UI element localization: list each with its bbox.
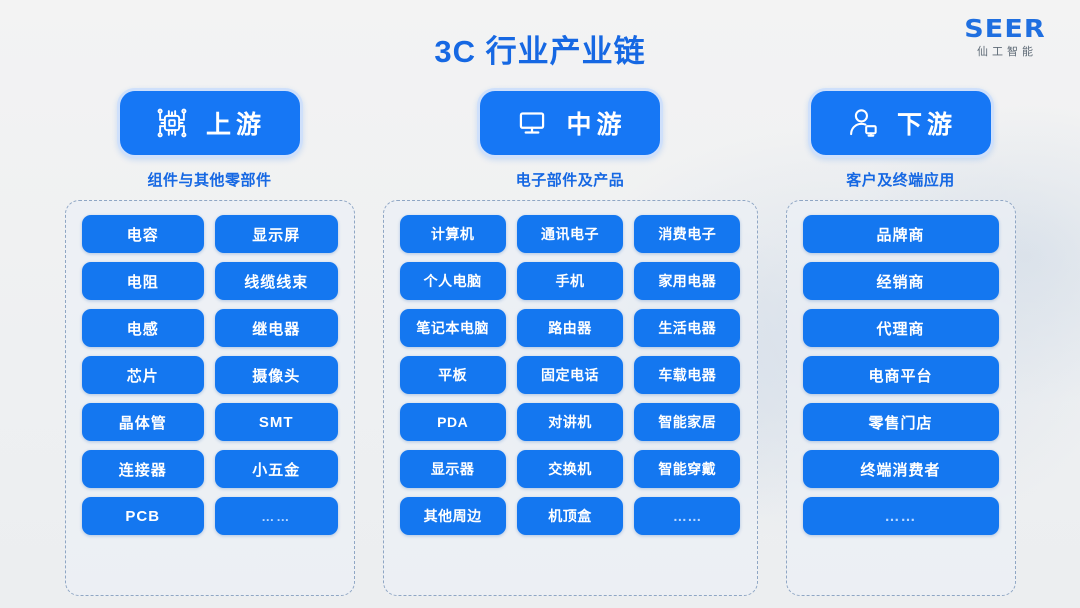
chip-item[interactable]: 电阻: [81, 262, 204, 300]
chip-item[interactable]: 经销商: [802, 262, 999, 300]
chip-item[interactable]: 车载电器: [634, 356, 741, 394]
chip-item[interactable]: 交换机: [516, 450, 624, 488]
chip-item[interactable]: 品牌商: [802, 215, 999, 253]
chip-row: 终端消费者: [802, 450, 999, 488]
chip-item[interactable]: 固定电话: [516, 356, 624, 394]
panel-midstream: 计算机 通讯电子 消费电子 个人电脑 手机 家用电器 笔记本电脑 路由器 生活电…: [382, 200, 758, 596]
chip-item-more[interactable]: ……: [215, 497, 338, 535]
header-pill-upstream[interactable]: 上游: [116, 88, 303, 158]
chip-row: 品牌商: [802, 215, 999, 253]
panel-upstream: 电容 显示屏 电阻 线缆线束 电感 继电器 芯片 摄像头 晶体管 SMT 连接器…: [64, 200, 355, 596]
chip-item[interactable]: SMT: [215, 403, 338, 441]
column-downstream: 下游 客户及终端应用 品牌商 经销商 代理商 电商平台 零售门店 终端消费者 ……: [785, 88, 1016, 596]
chip-row: 代理商: [802, 309, 999, 347]
chip-item[interactable]: 电容: [81, 215, 204, 253]
chip-row: 零售门店: [802, 403, 999, 441]
chip-row: 经销商: [802, 262, 999, 300]
chip-item[interactable]: 小五金: [215, 450, 338, 488]
header-subtitle-downstream: 客户及终端应用: [846, 172, 955, 189]
chip-item[interactable]: 笔记本电脑: [399, 309, 506, 347]
chip-item[interactable]: 摄像头: [215, 356, 338, 394]
chip-item[interactable]: 计算机: [399, 215, 506, 253]
header-subtitle-midstream: 电子部件及产品: [515, 172, 625, 189]
chip-item[interactable]: 手机: [516, 262, 624, 300]
panel-downstream: 品牌商 经销商 代理商 电商平台 零售门店 终端消费者 ……: [785, 200, 1016, 596]
chip-row: 平板 固定电话 车载电器: [399, 356, 741, 394]
chip-row: 显示器 交换机 智能穿戴: [399, 450, 741, 488]
chip-row: 个人电脑 手机 家用电器: [399, 262, 741, 300]
page-title: 3C 行业产业链: [434, 34, 646, 69]
chip-item[interactable]: 电商平台: [802, 356, 999, 394]
header-label-upstream: 上游: [205, 111, 266, 139]
chip-item[interactable]: 通讯电子: [516, 215, 624, 253]
chip-item[interactable]: 对讲机: [516, 403, 624, 441]
slide-canvas: SEER 仙工智能 3C 行业产业链 上游 组件与其他零部件 电容 显示屏 电阻…: [0, 0, 1080, 608]
column-upstream: 上游 组件与其他零部件 电容 显示屏 电阻 线缆线束 电感 继电器 芯片 摄像头…: [64, 88, 355, 596]
chip-item[interactable]: 显示屏: [215, 215, 338, 253]
person-device-icon: [844, 104, 882, 142]
chip-item[interactable]: 家用电器: [634, 262, 741, 300]
chip-item[interactable]: 电感: [81, 309, 204, 347]
chip-item[interactable]: 显示器: [399, 450, 506, 488]
chip-item[interactable]: 零售门店: [802, 403, 999, 441]
column-midstream: 中游 电子部件及产品 计算机 通讯电子 消费电子 个人电脑 手机 家用电器 笔记…: [382, 88, 758, 596]
chip-item[interactable]: 智能家居: [634, 403, 741, 441]
chip-row: 芯片 摄像头: [81, 356, 338, 394]
chip-row: 笔记本电脑 路由器 生活电器: [399, 309, 741, 347]
chip-row: 连接器 小五金: [81, 450, 338, 488]
chip-item[interactable]: 终端消费者: [802, 450, 999, 488]
chip-item-more[interactable]: ……: [634, 497, 741, 535]
chip-row: PCB ……: [81, 497, 338, 535]
chip-row: ……: [802, 497, 999, 535]
chip-item[interactable]: 继电器: [215, 309, 338, 347]
chip-row: 电商平台: [802, 356, 999, 394]
chip-icon: [153, 104, 191, 142]
chip-item[interactable]: 消费电子: [634, 215, 741, 253]
chip-item[interactable]: 代理商: [802, 309, 999, 347]
header-subtitle-upstream: 组件与其他零部件: [147, 172, 272, 189]
header-pill-downstream[interactable]: 下游: [807, 88, 994, 158]
chip-item[interactable]: 芯片: [81, 356, 204, 394]
chip-item[interactable]: 晶体管: [81, 403, 204, 441]
chip-item[interactable]: PDA: [399, 403, 506, 441]
header-pill-midstream[interactable]: 中游: [477, 88, 663, 158]
chip-row: 晶体管 SMT: [81, 403, 338, 441]
chip-row: 计算机 通讯电子 消费电子: [399, 215, 741, 253]
value-chain-columns: 上游 组件与其他零部件 电容 显示屏 电阻 线缆线束 电感 继电器 芯片 摄像头…: [0, 88, 1080, 598]
chip-item[interactable]: PCB: [81, 497, 204, 535]
chip-item[interactable]: 个人电脑: [399, 262, 506, 300]
chip-item-more[interactable]: ……: [802, 497, 999, 535]
chip-row: 电感 继电器: [81, 309, 338, 347]
chip-row: PDA 对讲机 智能家居: [399, 403, 741, 441]
chip-item[interactable]: 其他周边: [399, 497, 506, 535]
chip-item[interactable]: 路由器: [516, 309, 624, 347]
chip-item[interactable]: 线缆线束: [215, 262, 338, 300]
chip-item[interactable]: 连接器: [81, 450, 204, 488]
chip-item[interactable]: 机顶盒: [516, 497, 624, 535]
header-label-midstream: 中游: [566, 111, 627, 139]
chip-item[interactable]: 生活电器: [634, 309, 741, 347]
chip-row: 其他周边 机顶盒 ……: [399, 497, 741, 535]
chip-row: 电容 显示屏: [81, 215, 338, 253]
header-label-downstream: 下游: [896, 111, 957, 139]
chip-row: 电阻 线缆线束: [81, 262, 338, 300]
chip-item[interactable]: 智能穿戴: [634, 450, 741, 488]
monitor-icon: [513, 104, 551, 142]
chip-item[interactable]: 平板: [399, 356, 506, 394]
